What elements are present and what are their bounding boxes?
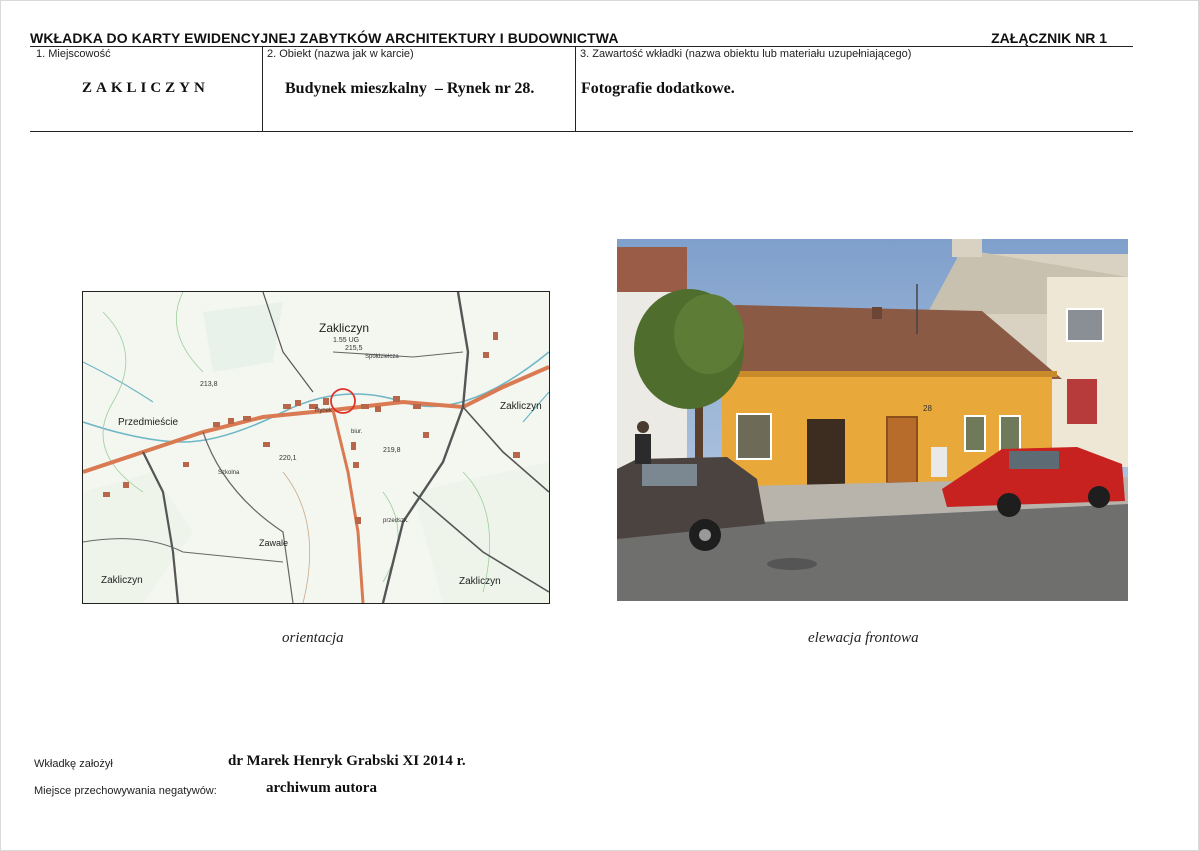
storage-value: archiwum autora: [266, 780, 377, 796]
column-divider-1: [262, 46, 263, 132]
svg-text:biur.: biur.: [351, 429, 363, 435]
annex-label: ZAŁĄCZNIK NR 1: [991, 30, 1107, 46]
svg-text:Spółdzielcza: Spółdzielcza: [365, 354, 399, 360]
document-title: WKŁADKA DO KARTY EWIDENCYJNEJ ZABYTKÓW A…: [30, 30, 619, 46]
svg-text:Zakliczyn: Zakliczyn: [101, 575, 143, 586]
photo-caption: elewacja frontowa: [808, 630, 919, 646]
svg-text:219,8: 219,8: [383, 447, 401, 454]
contents-label: 3. Zawartość wkładki (nazwa obiektu lub …: [580, 48, 912, 60]
column-divider-2: [575, 46, 576, 132]
object-value: Budynek mieszkalny – Rynek nr 28.: [285, 80, 535, 97]
svg-text:215,5: 215,5: [345, 345, 363, 352]
founder-label: Wkładkę założył: [34, 758, 113, 770]
storage-label: Miejsce przechowywania negatywów:: [34, 785, 217, 797]
svg-text:220,1: 220,1: [279, 455, 297, 462]
founder-value: dr Marek Henryk Grabski XI 2014 r.: [228, 753, 466, 769]
facade-photo: 28: [617, 239, 1128, 601]
house-number-plate: 28: [923, 404, 932, 413]
orientation-map: Zakliczyn 1.55 UG 215,5 Spółdzielcza Prz…: [82, 291, 550, 604]
svg-text:Zakliczyn: Zakliczyn: [500, 401, 542, 412]
svg-text:Przedmieście: Przedmieście: [118, 417, 178, 428]
locality-label: 1. Miejscowość: [36, 48, 111, 60]
svg-text:Zakliczyn: Zakliczyn: [459, 576, 501, 587]
svg-text:1.55 UG: 1.55 UG: [333, 337, 359, 344]
svg-text:Szkolna: Szkolna: [218, 470, 240, 476]
locality-value: ZAKLICZYN: [82, 80, 209, 96]
svg-text:Zakliczyn: Zakliczyn: [319, 321, 369, 335]
contents-value: Fotografie dodatkowe.: [581, 80, 735, 97]
facade-photo-graphic: 28: [617, 239, 1128, 601]
svg-text:213,8: 213,8: [200, 381, 218, 388]
svg-text:Zawale: Zawale: [259, 538, 288, 548]
map-caption: orientacja: [282, 630, 344, 646]
svg-text:przedszk.: przedszk.: [383, 518, 409, 524]
header-bottom-rule: [30, 131, 1133, 132]
map-graphic: Zakliczyn 1.55 UG 215,5 Spółdzielcza Prz…: [83, 292, 549, 603]
header-rule: [30, 46, 1133, 47]
svg-text:Rynek: Rynek: [315, 408, 333, 414]
object-label: 2. Obiekt (nazwa jak w karcie): [267, 48, 414, 60]
